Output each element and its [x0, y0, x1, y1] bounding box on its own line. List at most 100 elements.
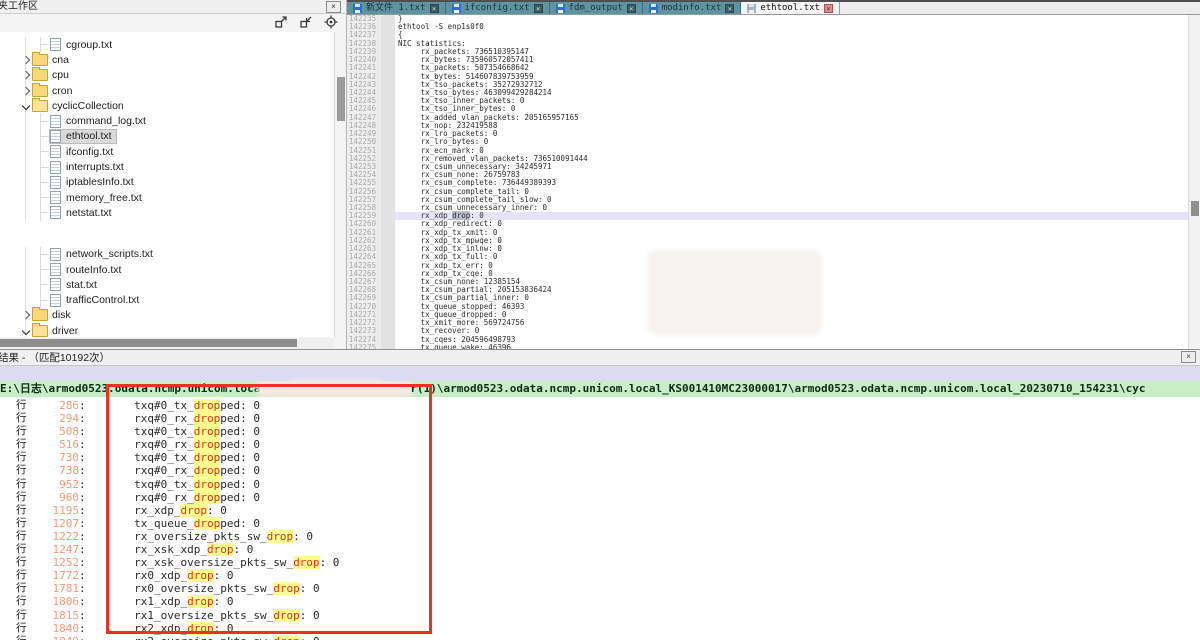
result-row[interactable]: 行738: rxq#0_rx_dropped: 0 — [0, 464, 1200, 477]
close-tab-icon[interactable]: × — [824, 4, 833, 13]
collapse-all-icon[interactable] — [299, 15, 313, 29]
result-text: rxq#0_rx_dropped: 0 — [108, 491, 260, 504]
result-row[interactable]: 行1195: rx_xdp_drop: 0 — [0, 504, 1200, 517]
tree-item-ifconfig.txt[interactable]: ifconfig.txt — [0, 144, 334, 159]
match-highlight: drop — [207, 543, 234, 556]
colon: : — [79, 399, 86, 412]
tree-item-stat.txt[interactable]: stat.txt — [0, 277, 334, 292]
tree-item-label: cna — [52, 54, 69, 66]
result-row[interactable]: 行1815: rx1_oversize_pkts_sw_drop: 0 — [0, 609, 1200, 622]
tab-modinfo.txt[interactable]: modinfo.txt× — [643, 2, 742, 14]
result-row[interactable]: 行730: txq#0_tx_dropped: 0 — [0, 451, 1200, 464]
chevron-right-icon[interactable] — [20, 57, 32, 63]
app-window: 文件夹工作区 × cgroup.txtcnacpucroncyclicCo — [0, 0, 1200, 640]
result-row[interactable]: 行1252: rx_xsk_oversize_pkts_sw_drop: 0 — [0, 556, 1200, 569]
tree-horizontal-scrollbar[interactable] — [0, 338, 334, 348]
chevron-right-icon[interactable] — [20, 88, 32, 94]
match-highlight: drop — [267, 530, 294, 543]
editor-vertical-scrollbar[interactable] — [1188, 15, 1200, 349]
line-label: 行 — [16, 622, 31, 635]
fold-margin — [381, 23, 395, 31]
result-row[interactable]: 行1207: tx_queue_dropped: 0 — [0, 517, 1200, 530]
result-text: txq#0_tx_dropped: 0 — [108, 451, 260, 464]
match-highlight: drop — [194, 491, 221, 504]
fold-margin — [381, 81, 395, 89]
scrollbar-thumb[interactable] — [0, 339, 297, 347]
tab-label: ifconfig.txt — [465, 2, 530, 14]
tree-item-iptablesInfo.txt[interactable]: iptablesInfo.txt — [0, 175, 334, 190]
result-text: rx2_oversize_pkts_sw_drop: 0 — [108, 635, 320, 640]
tree-item-netstat.txt[interactable]: netstat.txt — [0, 205, 334, 220]
result-row[interactable]: 行1849: rx2_oversize_pkts_sw_drop: 0 — [0, 635, 1200, 640]
scrollbar-thumb[interactable] — [337, 77, 345, 121]
result-row[interactable]: 行508: txq#0_tx_dropped: 0 — [0, 425, 1200, 438]
result-row[interactable]: 行294: rxq#0_rx_dropped: 0 — [0, 412, 1200, 425]
tab-fdm_output[interactable]: fdm_output× — [550, 2, 643, 14]
results-close-icon[interactable]: × — [1181, 351, 1196, 363]
fold-margin — [381, 204, 395, 212]
match-highlight: drop — [194, 464, 221, 477]
file-icon — [50, 115, 61, 128]
result-line-number: 516 — [31, 438, 79, 451]
result-line-number: 952 — [31, 478, 79, 491]
close-tab-icon[interactable]: × — [534, 4, 543, 13]
result-row[interactable]: 行1840: rx2_xdp_drop: 0 — [0, 622, 1200, 635]
tree-vertical-scrollbar[interactable] — [334, 32, 346, 337]
result-row[interactable]: 行1781: rx0_oversize_pkts_sw_drop: 0 — [0, 582, 1200, 595]
expand-all-icon[interactable] — [274, 15, 288, 29]
line-label: 行 — [16, 556, 31, 569]
match-highlight: drop — [273, 609, 300, 622]
result-row[interactable]: 行1222: rx_oversize_pkts_sw_drop: 0 — [0, 530, 1200, 543]
fold-margin — [381, 97, 395, 105]
code-text: tx_cqes: 204596498793 — [395, 336, 1188, 344]
result-row[interactable]: 行960: rxq#0_rx_dropped: 0 — [0, 491, 1200, 504]
result-line-number: 1195 — [31, 504, 79, 517]
scrollbar-thumb[interactable] — [1191, 201, 1199, 216]
tree-item-command_log.txt[interactable]: command_log.txt — [0, 113, 334, 128]
tab-ifconfig.txt[interactable]: ifconfig.txt × — [446, 2, 550, 14]
fold-margin — [381, 155, 395, 163]
chevron-down-icon[interactable] — [20, 328, 32, 334]
tab-ethtool.txt[interactable]: ethtool.txt× — [741, 2, 840, 14]
tree-item-memory_free.txt[interactable]: memory_free.txt — [0, 190, 334, 205]
workspace-close-icon[interactable]: × — [326, 1, 341, 13]
line-label: 行 — [16, 582, 31, 595]
tree-item-cpu[interactable]: cpu — [0, 68, 334, 83]
match-highlight: drop — [293, 556, 320, 569]
tree-item-routeInfo.txt[interactable]: routeInfo.txt — [0, 262, 334, 277]
tab-新文件 1.txt[interactable]: 新文件 1.txt× — [347, 2, 446, 14]
result-text: rxq#0_rx_dropped: 0 — [108, 464, 260, 477]
fold-margin — [381, 253, 395, 261]
result-row[interactable]: 行1806: rx1_xdp_drop: 0 — [0, 595, 1200, 608]
result-row[interactable]: 行952: txq#0_tx_dropped: 0 — [0, 478, 1200, 491]
selected-tree-item: ethtool.txt — [50, 130, 116, 143]
tree-item-cyclicCollection[interactable]: cyclicCollection — [0, 98, 334, 113]
close-tab-icon[interactable]: × — [725, 4, 734, 13]
result-row[interactable]: 行1247: rx_xsk_xdp_drop: 0 — [0, 543, 1200, 556]
result-text: tx_queue_dropped: 0 — [108, 517, 260, 530]
tree-item-cgroup.txt[interactable]: cgroup.txt — [0, 37, 334, 52]
tree-item-disk[interactable]: disk — [0, 308, 334, 323]
tree-item-cron[interactable]: cron — [0, 83, 334, 98]
tree-item-network_scripts.txt[interactable]: network_scripts.txt — [0, 247, 334, 262]
close-tab-icon[interactable]: × — [627, 4, 636, 13]
tree-item-driver[interactable]: driver — [0, 323, 334, 337]
close-tab-icon[interactable]: × — [430, 4, 439, 13]
chevron-right-icon[interactable] — [20, 312, 32, 318]
workspace-title: 文件夹工作区 — [0, 0, 38, 13]
tree-item-interrupts.txt[interactable]: interrupts.txt — [0, 159, 334, 174]
result-file-path-bar[interactable]: E:\日志\armod0523.odata.ncmp.unicom.locar(… — [0, 381, 1200, 397]
tree-item-ethtool.txt[interactable]: ethtool.txt — [0, 129, 334, 144]
chevron-down-icon[interactable] — [20, 103, 32, 109]
chevron-right-icon[interactable] — [20, 72, 32, 78]
line-label: 行 — [16, 451, 31, 464]
tree-item-cna[interactable]: cna — [0, 52, 334, 67]
tree-item-trafficControl.txt[interactable]: trafficControl.txt — [0, 292, 334, 307]
result-row[interactable]: 行516: rxq#0_rx_dropped: 0 — [0, 438, 1200, 451]
result-row[interactable]: 行286: txq#0_tx_dropped: 0 — [0, 399, 1200, 412]
result-row[interactable]: 行1772: rx0_xdp_drop: 0 — [0, 569, 1200, 582]
result-line-number: 1772 — [31, 569, 79, 582]
locate-file-icon[interactable] — [324, 15, 338, 29]
result-text: rx_xdp_drop: 0 — [108, 504, 227, 517]
tree-item-label: cron — [52, 85, 72, 97]
